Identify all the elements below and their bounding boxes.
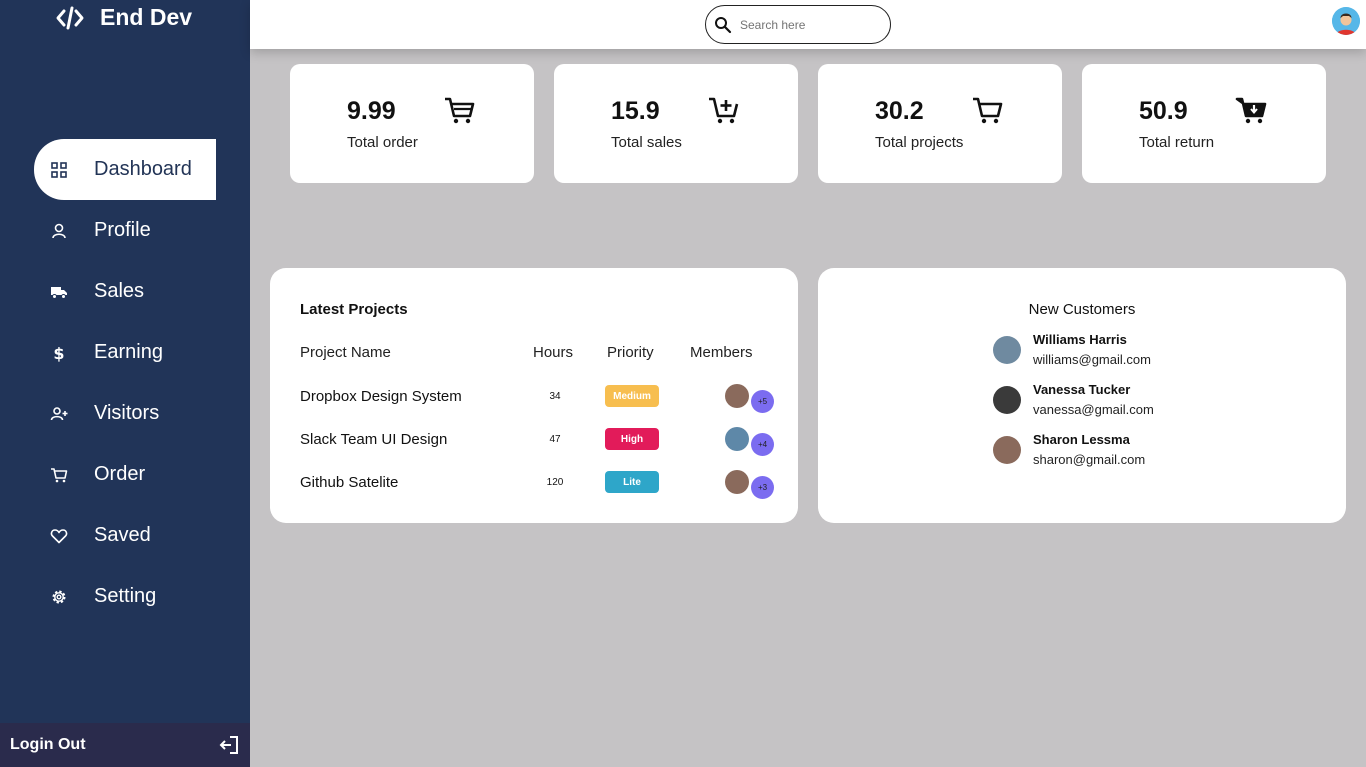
stat-label: Total sales [611, 134, 682, 151]
customer-item[interactable]: Vanessa Tucker vanessa@gmail.com [993, 382, 1293, 422]
member-count-badge: +3 [751, 476, 774, 499]
member-count-badge: +5 [751, 390, 774, 413]
cart-plus-icon [709, 97, 739, 124]
sidebar-item-label: Setting [94, 585, 157, 607]
logout-label: Login Out [10, 736, 86, 753]
user-avatar[interactable] [1332, 7, 1360, 35]
brand[interactable]: End Dev [56, 4, 192, 31]
logout-button[interactable]: Login Out [0, 723, 250, 767]
column-header-project-name: Project Name [300, 344, 391, 361]
svg-text:$: $ [53, 344, 64, 362]
member-avatar [725, 427, 749, 451]
sidebar: End Dev Dashboard Profile Sales $ Earnin… [0, 0, 250, 767]
stat-value: 30.2 [875, 97, 924, 125]
table-row[interactable]: Github Satelite 120 Lite +3 [270, 469, 798, 499]
sidebar-item-earning[interactable]: $ Earning [0, 322, 250, 383]
cart-down-icon [1235, 97, 1267, 124]
customer-email: sharon@gmail.com [1033, 452, 1146, 467]
sidebar-item-label: Dashboard [94, 158, 192, 180]
sidebar-item-label: Sales [94, 280, 145, 302]
cart-icon [973, 97, 1003, 124]
sidebar-item-label: Profile [94, 219, 151, 241]
stat-card-total-projects[interactable]: 30.2 Total projects [818, 64, 1062, 183]
truck-icon [50, 283, 68, 301]
gear-icon [50, 588, 68, 606]
avatar [993, 386, 1021, 414]
member-count-badge: +4 [751, 433, 774, 456]
sidebar-item-setting[interactable]: Setting [0, 566, 250, 627]
project-hours: 120 [546, 477, 564, 488]
stat-label: Total projects [875, 134, 964, 151]
sidebar-item-label: Saved [94, 524, 151, 546]
cart-icon [50, 466, 68, 484]
heart-icon [50, 527, 68, 545]
customer-email: williams@gmail.com [1033, 352, 1151, 367]
column-header-hours: Hours [533, 344, 574, 361]
panel-title: New Customers [1028, 301, 1136, 318]
code-icon [56, 6, 84, 29]
customer-name: Vanessa Tucker [1033, 382, 1131, 397]
stat-card-total-order[interactable]: 9.99 Total order [290, 64, 534, 183]
latest-projects-panel: Latest Projects Project Name Hours Prior… [270, 268, 798, 523]
customer-name: Sharon Lessma [1033, 432, 1130, 447]
stat-value: 9.99 [347, 97, 396, 125]
stat-card-total-sales[interactable]: 15.9 Total sales [554, 64, 798, 183]
member-avatar [725, 470, 749, 494]
user-plus-icon [50, 405, 68, 423]
customer-item[interactable]: Sharon Lessma sharon@gmail.com [993, 432, 1293, 472]
dollar-icon: $ [50, 344, 68, 362]
column-header-members: Members [690, 344, 753, 361]
priority-badge: Lite [605, 471, 659, 493]
avatar [993, 336, 1021, 364]
project-hours: 34 [549, 391, 561, 402]
search-input[interactable] [740, 17, 870, 32]
stat-value: 50.9 [1139, 97, 1188, 125]
priority-badge: High [605, 428, 659, 450]
table-row[interactable]: Dropbox Design System 34 Medium +5 [270, 383, 798, 413]
project-name: Dropbox Design System [300, 388, 462, 405]
sidebar-item-visitors[interactable]: Visitors [0, 383, 250, 444]
customer-item[interactable]: Williams Harris williams@gmail.com [993, 332, 1293, 372]
search-icon [715, 16, 732, 33]
stat-label: Total return [1139, 134, 1215, 151]
customer-name: Williams Harris [1033, 332, 1127, 347]
avatar [993, 436, 1021, 464]
panel-title: Latest Projects [300, 301, 408, 318]
stat-card-total-return[interactable]: 50.9 Total return [1082, 64, 1326, 183]
column-header-priority: Priority [607, 344, 654, 361]
cart-icon [445, 97, 475, 124]
search-box[interactable] [705, 5, 891, 44]
customer-email: vanessa@gmail.com [1033, 402, 1154, 417]
sidebar-item-label: Visitors [94, 402, 160, 424]
sidebar-nav: Dashboard Profile Sales $ Earning Visito… [0, 139, 250, 627]
new-customers-panel: New Customers Williams Harris williams@g… [818, 268, 1346, 523]
project-hours: 47 [549, 434, 561, 445]
table-row[interactable]: Slack Team UI Design 47 High +4 [270, 426, 798, 456]
grid-icon [50, 161, 68, 179]
sidebar-item-label: Order [94, 463, 146, 485]
sidebar-item-label: Earning [94, 341, 163, 363]
user-icon [50, 222, 68, 240]
avatar-icon [1332, 7, 1360, 35]
stat-value: 15.9 [611, 97, 660, 125]
project-name: Github Satelite [300, 474, 399, 491]
topbar [250, 0, 1366, 49]
sidebar-item-dashboard[interactable]: Dashboard [34, 139, 216, 200]
sidebar-item-profile[interactable]: Profile [0, 200, 250, 261]
project-name: Slack Team UI Design [300, 431, 448, 448]
stat-label: Total order [347, 134, 418, 151]
priority-badge: Medium [605, 385, 659, 407]
sidebar-item-order[interactable]: Order [0, 444, 250, 505]
member-avatar [725, 384, 749, 408]
brand-name: End Dev [100, 4, 193, 30]
sidebar-item-saved[interactable]: Saved [0, 505, 250, 566]
sidebar-item-sales[interactable]: Sales [0, 261, 250, 322]
sign-out-icon [219, 736, 238, 754]
